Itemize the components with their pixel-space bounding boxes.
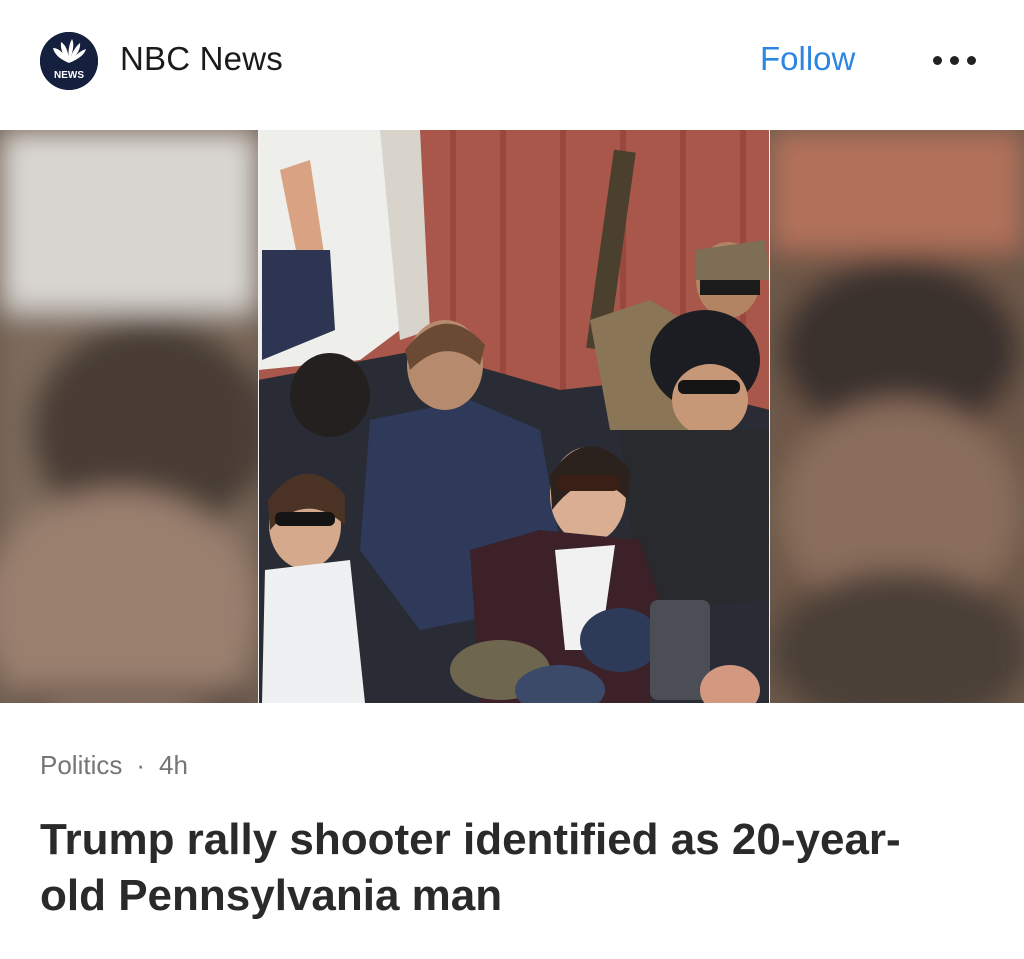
blurred-right-background [770, 130, 1024, 703]
category-label[interactable]: Politics [40, 750, 122, 780]
ellipsis-icon[interactable] [930, 50, 980, 74]
source-name[interactable]: NBC News [120, 40, 283, 78]
follow-button[interactable]: Follow [760, 40, 855, 78]
time-ago: 4h [159, 750, 188, 780]
logo-text: NEWS [54, 70, 84, 81]
article-header: NEWS NBC News Follow [0, 0, 1024, 122]
article-hero-image[interactable] [0, 130, 1024, 703]
blurred-left-background [0, 130, 270, 703]
photo-image [0, 130, 1024, 703]
nbc-peacock-icon[interactable]: NEWS [40, 32, 98, 90]
article-meta: Politics · 4h [40, 750, 188, 781]
article-headline[interactable]: Trump rally shooter identified as 20-yea… [40, 812, 940, 924]
meta-separator: · [136, 750, 146, 780]
center-photo [258, 130, 770, 703]
